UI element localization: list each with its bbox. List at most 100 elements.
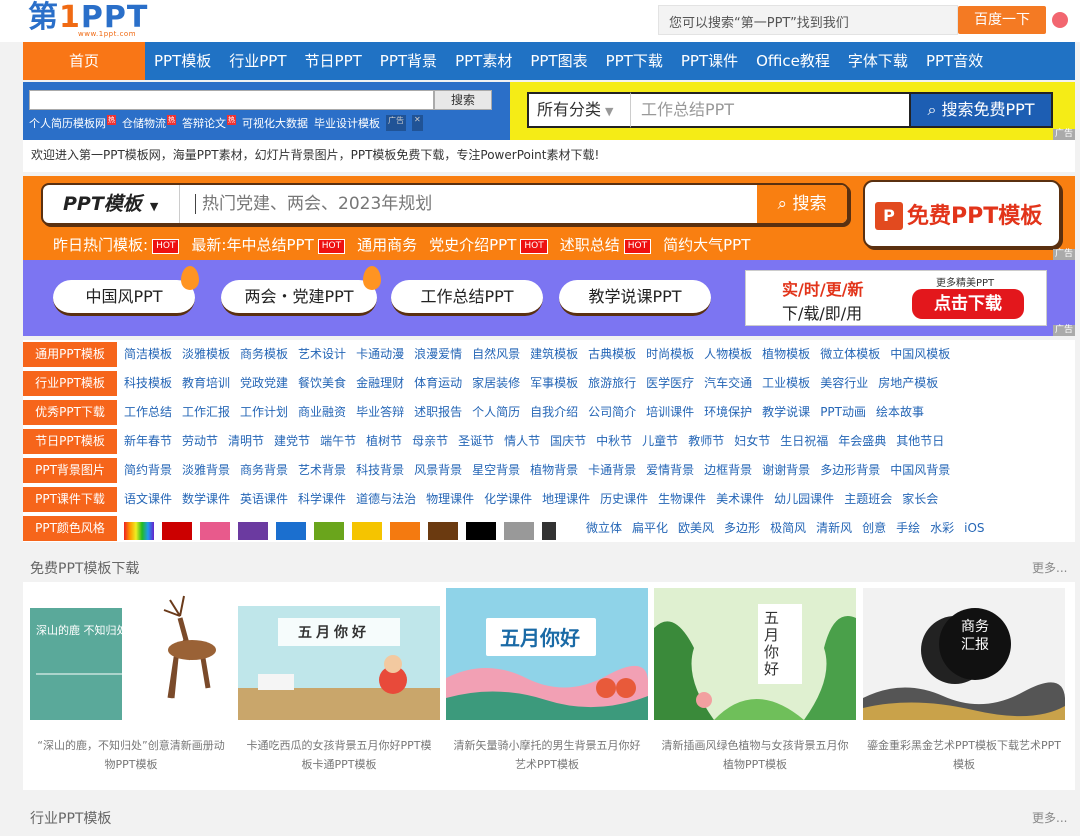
- category-link[interactable]: 儿童节: [642, 427, 678, 456]
- category-link[interactable]: 爱情背景: [646, 456, 694, 485]
- category-tag[interactable]: 节日PPT模板: [23, 429, 117, 454]
- category-link[interactable]: 边框背景: [704, 456, 752, 485]
- category-link[interactable]: 中秋节: [596, 427, 632, 456]
- color-swatch[interactable]: [428, 522, 458, 540]
- category-link[interactable]: 幼儿园课件: [774, 485, 834, 514]
- color-swatch-rainbow[interactable]: [124, 522, 154, 540]
- category-link[interactable]: 清明节: [228, 427, 264, 456]
- promo-hot-link[interactable]: 通用商务: [357, 234, 417, 255]
- ad-search-link[interactable]: 毕业设计模板: [314, 115, 380, 131]
- category-link[interactable]: 科技模板: [124, 369, 172, 398]
- template-thumbnail[interactable]: 商务汇报: [863, 588, 1065, 720]
- promo-hot-link[interactable]: 简约大气PPT: [663, 234, 750, 255]
- category-link[interactable]: 工业模板: [762, 369, 810, 398]
- template-caption[interactable]: 清新插画风绿色植物与女孩背景五月你植物PPT模板: [658, 736, 852, 774]
- style-link[interactable]: 极简风: [770, 514, 806, 543]
- site-logo[interactable]: 第1PPT www.1ppt.com: [28, 2, 188, 39]
- template-thumbnail[interactable]: 五月你好: [446, 588, 648, 720]
- category-link[interactable]: 商业融资: [298, 398, 346, 427]
- category-link[interactable]: 个人简历: [472, 398, 520, 427]
- category-link[interactable]: 党政党建: [240, 369, 288, 398]
- free-section-more-link[interactable]: 更多...: [1032, 559, 1067, 576]
- category-link[interactable]: 简洁模板: [124, 340, 172, 369]
- nav-item[interactable]: PPT模板: [145, 42, 220, 80]
- color-swatch[interactable]: [504, 522, 534, 540]
- nav-item[interactable]: 字体下载: [839, 42, 917, 80]
- promo-hot-link[interactable]: 昨日热门模板: HOT: [53, 234, 180, 255]
- keyword-search-input[interactable]: 工作总结PPT: [631, 92, 909, 128]
- category-link[interactable]: 妇女节: [734, 427, 770, 456]
- category-tag[interactable]: PPT课件下载: [23, 487, 117, 512]
- nav-item[interactable]: PPT课件: [672, 42, 747, 80]
- category-link[interactable]: 国庆节: [550, 427, 586, 456]
- category-tag[interactable]: PPT背景图片: [23, 458, 117, 483]
- category-link[interactable]: 植树节: [366, 427, 402, 456]
- color-swatch[interactable]: [238, 522, 268, 540]
- category-link[interactable]: 军事模板: [530, 369, 578, 398]
- category-link[interactable]: 历史课件: [600, 485, 648, 514]
- color-swatch[interactable]: [276, 522, 306, 540]
- category-link[interactable]: 时尚模板: [646, 340, 694, 369]
- category-link[interactable]: 金融理财: [356, 369, 404, 398]
- style-link[interactable]: 手绘: [896, 514, 920, 543]
- category-link[interactable]: 微立体模板: [820, 340, 880, 369]
- ad-search-link[interactable]: 答辩论文热: [182, 115, 236, 131]
- category-link[interactable]: 端午节: [320, 427, 356, 456]
- category-link[interactable]: 科学课件: [298, 485, 346, 514]
- nav-item[interactable]: PPT素材: [446, 42, 521, 80]
- promo-hot-link[interactable]: 党史介绍PPT HOT: [429, 234, 548, 255]
- template-caption[interactable]: “深山的鹿，不知归处”创意清新画册动物PPT模板: [34, 736, 228, 774]
- category-link[interactable]: 主题班会: [844, 485, 892, 514]
- category-link[interactable]: 艺术背景: [298, 456, 346, 485]
- promo-search-button[interactable]: ⌕ 搜索: [757, 185, 847, 223]
- category-link[interactable]: PPT动画: [820, 398, 866, 427]
- color-swatch[interactable]: [162, 522, 192, 540]
- category-link[interactable]: 建党节: [274, 427, 310, 456]
- nav-home[interactable]: 首页: [23, 42, 145, 80]
- category-link[interactable]: 物理课件: [426, 485, 474, 514]
- template-card[interactable]: 五月你好 清新矢量骑小摩托的男生背景五月你好艺术PPT模板: [446, 588, 648, 784]
- template-card[interactable]: 深山的鹿 不知归处 “深山的鹿，不知归处”创意清新画册动物PPT模板: [30, 588, 232, 784]
- color-swatch[interactable]: [390, 522, 420, 540]
- category-link[interactable]: 工作计划: [240, 398, 288, 427]
- category-link[interactable]: 述职报告: [414, 398, 462, 427]
- ad-search-button[interactable]: 搜索: [434, 90, 492, 110]
- ad-search-input[interactable]: [29, 90, 434, 110]
- style-link[interactable]: 微立体: [586, 514, 622, 543]
- category-tag[interactable]: 行业PPT模板: [23, 371, 117, 396]
- category-link[interactable]: 中国风模板: [890, 340, 950, 369]
- category-link[interactable]: 淡雅模板: [182, 340, 230, 369]
- category-link[interactable]: 谢谢背景: [762, 456, 810, 485]
- category-link[interactable]: 圣诞节: [458, 427, 494, 456]
- template-thumbnail[interactable]: 五月你好: [238, 588, 440, 720]
- category-link[interactable]: 道德与法治: [356, 485, 416, 514]
- category-link[interactable]: 旅游旅行: [588, 369, 636, 398]
- category-link[interactable]: 简约背景: [124, 456, 172, 485]
- category-link[interactable]: 其他节日: [896, 427, 944, 456]
- category-link[interactable]: 汽车交通: [704, 369, 752, 398]
- close-icon[interactable]: ✕: [412, 115, 423, 131]
- category-link[interactable]: 商务模板: [240, 340, 288, 369]
- category-link[interactable]: 地理课件: [542, 485, 590, 514]
- promo-hot-link[interactable]: 最新:年中总结PPT HOT: [191, 234, 346, 255]
- category-link[interactable]: 房地产模板: [878, 369, 938, 398]
- template-card[interactable]: 五月你好 清新插画风绿色植物与女孩背景五月你植物PPT模板: [654, 588, 856, 784]
- style-link[interactable]: 创意: [862, 514, 886, 543]
- nav-item[interactable]: PPT图表: [521, 42, 596, 80]
- template-card[interactable]: 商务汇报 鎏金重彩黑金艺术PPT模板下载艺术PPT模板: [863, 588, 1065, 784]
- nav-item[interactable]: 节日PPT: [296, 42, 371, 80]
- category-link[interactable]: 自我介绍: [530, 398, 578, 427]
- category-link[interactable]: 教育培训: [182, 369, 230, 398]
- color-swatch[interactable]: [542, 522, 556, 540]
- category-link[interactable]: 英语课件: [240, 485, 288, 514]
- category-link[interactable]: 医学医疗: [646, 369, 694, 398]
- category-link[interactable]: 公司简介: [588, 398, 636, 427]
- category-link[interactable]: 生物课件: [658, 485, 706, 514]
- category-link[interactable]: 人物模板: [704, 340, 752, 369]
- color-swatch[interactable]: [466, 522, 496, 540]
- category-link[interactable]: 自然风景: [472, 340, 520, 369]
- category-link[interactable]: 化学课件: [484, 485, 532, 514]
- industry-section-more-link[interactable]: 更多...: [1032, 809, 1067, 826]
- category-link[interactable]: 美术课件: [716, 485, 764, 514]
- style-link[interactable]: 扁平化: [632, 514, 668, 543]
